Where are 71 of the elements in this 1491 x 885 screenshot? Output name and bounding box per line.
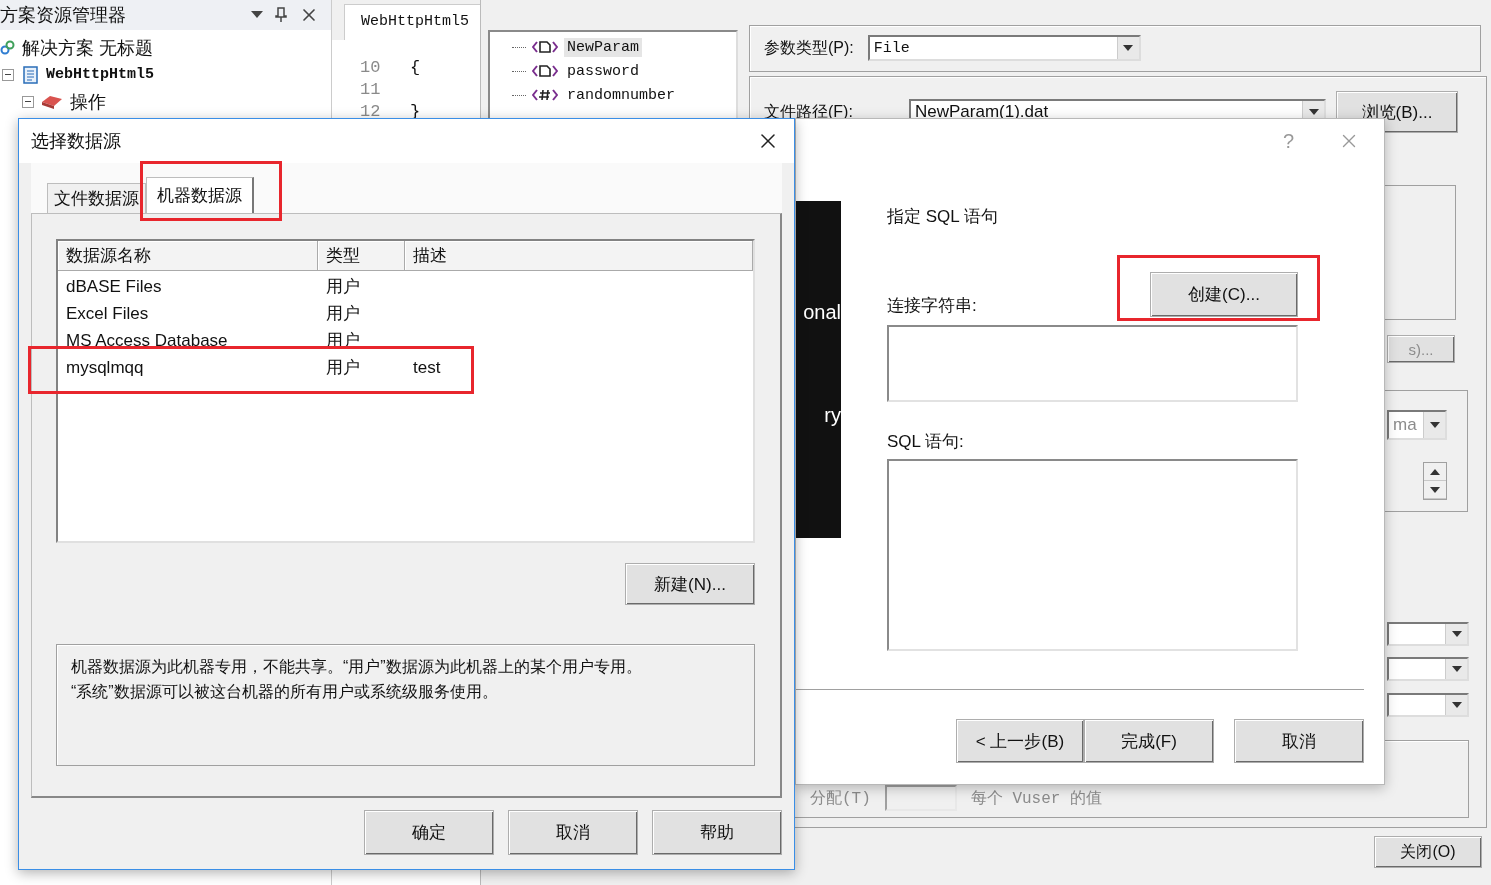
table-cell-text: test [412, 357, 442, 378]
cancel-button[interactable]: 取消 [508, 810, 638, 855]
expander-box[interactable] [2, 68, 14, 81]
info-text: 机器数据源为此机器专用，不能共享。“用户”数据源为此机器上的某个用户专用。 [71, 657, 643, 677]
panel-title: 方案资源管理器 [0, 4, 127, 27]
sql-statement-field[interactable] [887, 459, 1298, 651]
field-note: 每个 Vuser 的值 [970, 788, 1103, 809]
dropdown-arrow-icon [1308, 109, 1319, 115]
table-cell-text: dBASE Files [65, 276, 163, 297]
column-header[interactable]: 描述 [405, 241, 753, 271]
new-button[interactable]: 新建(N)... [625, 563, 755, 605]
down-arrow-icon [1430, 486, 1440, 493]
solution-icon [0, 39, 16, 56]
combo-box[interactable] [1387, 693, 1469, 717]
combo-box[interactable] [1387, 657, 1469, 681]
file-param-icon [532, 40, 558, 54]
cancel-button[interactable]: 取消 [1234, 719, 1364, 763]
dropdown-arrow-icon [1123, 45, 1134, 51]
line-number: 11 [360, 79, 382, 99]
number-input[interactable] [884, 785, 957, 811]
finish-button[interactable]: 完成(F) [1084, 719, 1214, 763]
dropdown-arrow-icon [1451, 631, 1462, 637]
column-header[interactable]: 类型 [318, 241, 405, 271]
tree-item[interactable]: 操作 [70, 89, 106, 114]
tab[interactable]: 机器数据源 [146, 177, 254, 213]
table-cell-text: 用户 [325, 276, 361, 298]
expander-box[interactable] [22, 95, 34, 108]
close-button[interactable]: 关闭(O) [1374, 836, 1482, 868]
help-button[interactable]: 帮助 [652, 810, 782, 855]
step-heading: 指定 SQL 语句 [887, 206, 999, 228]
dropdown-arrow-icon [1451, 702, 1462, 708]
banner-text: onal [803, 301, 841, 324]
combo-box[interactable]: ma [1387, 410, 1447, 440]
line-number: 10 [360, 57, 382, 77]
table-cell-text: mysqlmqq [65, 357, 145, 378]
script-icon [20, 64, 40, 85]
dropdown-arrow-icon[interactable] [251, 11, 263, 19]
table-cell-text: MS Access Database [65, 330, 229, 351]
tab[interactable]: 文件数据源 [47, 183, 146, 213]
parameter-item[interactable]: password [564, 61, 642, 81]
tree-item[interactable]: 解决方案 无标题 [22, 35, 153, 60]
tree-item[interactable]: WebHttpHtml5 [46, 66, 155, 83]
parameter-type-dropdown[interactable]: File [867, 35, 1141, 61]
create-button[interactable]: 创建(C)... [1150, 272, 1298, 317]
line-number: 12 [360, 101, 382, 121]
back-button[interactable]: < 上一步(B) [956, 719, 1084, 763]
field-label: SQL 语句: [887, 431, 965, 453]
pin-icon[interactable] [275, 7, 287, 23]
dropdown-arrow-icon [1429, 422, 1440, 428]
banner-text: ry [824, 404, 841, 427]
editor-tab[interactable]: WebHttpHtml5 [344, 4, 481, 40]
ok-button[interactable]: 确定 [364, 810, 494, 855]
connection-string-field[interactable] [887, 325, 1298, 402]
combo-box[interactable] [1387, 622, 1469, 646]
table-cell-text: 用户 [325, 303, 361, 325]
column-header[interactable]: 数据源名称 [58, 241, 318, 271]
field-label: 参数类型(P): [764, 37, 854, 58]
parameter-item[interactable]: NewParam [564, 37, 642, 57]
info-text: “系统”数据源可以被这台机器的所有用户或系统级服务使用。 [71, 682, 499, 702]
up-arrow-icon [1430, 468, 1440, 475]
table-cell-text: Excel Files [65, 303, 150, 324]
file-param-icon [532, 64, 558, 78]
code-text: { [410, 57, 421, 77]
number-param-icon [532, 88, 558, 102]
table-cell-text: 用户 [325, 357, 361, 379]
field-label: 连接字符串: [887, 295, 977, 317]
dialog-title: 选择数据源 [31, 130, 122, 153]
dropdown-arrow-icon [1451, 666, 1462, 672]
parameter-item[interactable]: randomnumber [564, 85, 679, 105]
option-label: 分配(T) [810, 788, 871, 809]
spinner[interactable] [1423, 462, 1447, 500]
